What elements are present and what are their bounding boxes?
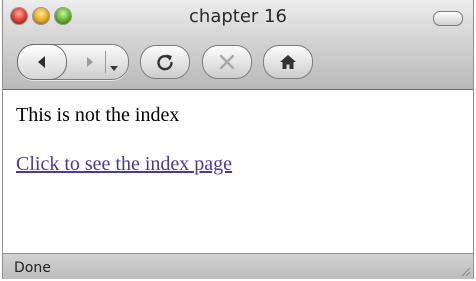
nav-divider [105,51,106,73]
index-page-link[interactable]: Click to see the index page [16,153,232,176]
status-bar: Done [3,253,473,279]
resize-grip-icon[interactable] [459,265,471,277]
back-button[interactable] [17,44,67,80]
reload-icon [157,54,173,71]
forward-button[interactable] [78,53,102,71]
chevron-down-icon [110,66,118,71]
window-title: chapter 16 [189,6,287,27]
forward-arrow-icon [87,57,93,67]
title-toolbar-area: chapter 16 [3,0,473,90]
browser-window: chapter 16 This is not the index Click t… [2,0,474,279]
back-arrow-icon [38,56,45,68]
page-message: This is not the index [16,104,180,126]
home-icon [280,55,296,69]
history-menu-button[interactable] [110,59,118,77]
stop-button[interactable] [202,45,252,79]
stop-icon [219,54,235,70]
home-button[interactable] [263,45,313,79]
back-forward-group [17,44,129,80]
page-content: This is not the index Click to see the i… [3,90,473,253]
reload-button[interactable] [140,45,190,79]
toggle-toolbar-button[interactable] [433,11,463,26]
status-text: Done [14,260,51,276]
